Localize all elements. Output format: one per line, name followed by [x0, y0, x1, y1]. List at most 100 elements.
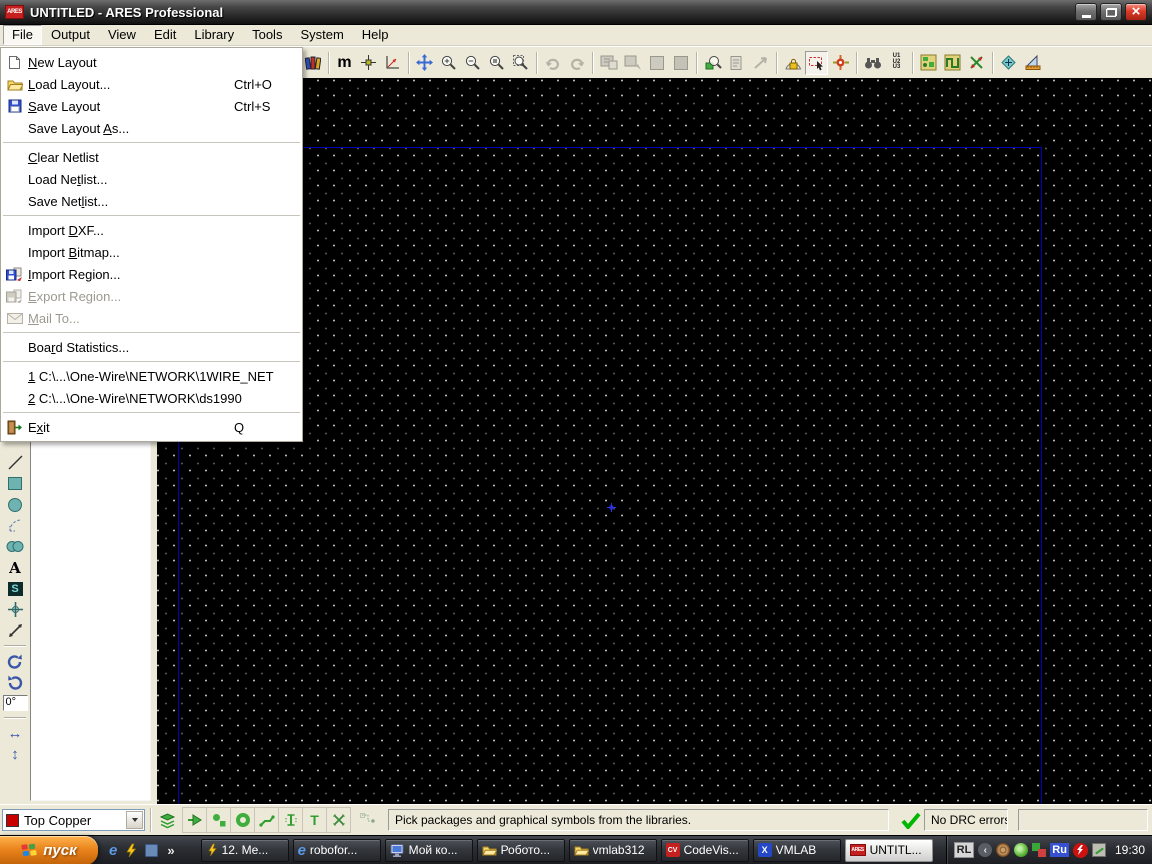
quick-launch-app-icon[interactable]	[145, 844, 158, 857]
menu-item-new-layout[interactable]: New Layout	[1, 51, 302, 73]
angle-input[interactable]: 0°	[3, 695, 28, 711]
quick-launch-overflow-chevron[interactable]: »	[167, 843, 174, 858]
tray-downloader-icon[interactable]	[1073, 843, 1088, 858]
symbol-tool-button[interactable]: S	[2, 578, 28, 599]
tray-spiral-app-icon[interactable]	[996, 843, 1010, 857]
rip-up-icon	[968, 54, 985, 71]
auto-trace-mode-button[interactable]	[355, 808, 378, 832]
path-tool-button[interactable]	[2, 536, 28, 557]
search-button[interactable]	[861, 51, 884, 75]
mitre-button[interactable]	[997, 51, 1020, 75]
close-button[interactable]	[1125, 3, 1147, 21]
auto-router-button[interactable]	[941, 51, 964, 75]
task-button[interactable]: CV CodeVis...	[661, 839, 749, 862]
task-button[interactable]: Мой ко...	[385, 839, 473, 862]
menu-item-import-bitmap[interactable]: Import Bitmap...	[1, 241, 302, 263]
menu-output[interactable]: Output	[42, 25, 99, 45]
layer-selector-dropdown-button[interactable]	[126, 811, 143, 829]
task-button[interactable]: X VMLAB	[753, 839, 841, 862]
menu-help[interactable]: Help	[353, 25, 398, 45]
task-button[interactable]: e robofor...	[293, 839, 381, 862]
box-tool-button[interactable]	[2, 473, 28, 494]
rotate-ccw-button[interactable]	[2, 672, 28, 693]
line-tool-button[interactable]	[2, 452, 28, 473]
tray-network-icon[interactable]	[1032, 843, 1046, 857]
restore-button[interactable]	[1100, 3, 1122, 21]
angle-lock-button[interactable]	[781, 51, 804, 75]
start-button[interactable]: пуск	[0, 836, 98, 864]
task-button[interactable]: Робото...	[477, 839, 565, 862]
menu-item-save-layout[interactable]: Save Layout Ctrl+S	[1, 95, 302, 117]
text-tool-button[interactable]: A	[2, 557, 28, 578]
zoom-in-button[interactable]	[437, 51, 460, 75]
task-button-active[interactable]: ARES UNTITL...	[845, 839, 933, 862]
menu-item-load-netlist[interactable]: Load Netlist...	[1, 168, 302, 190]
mirror-vertical-icon: ↕	[11, 747, 19, 762]
menu-item-exit[interactable]: Exit Q	[1, 416, 302, 438]
task-button[interactable]: 12. Me...	[201, 839, 289, 862]
mirror-vertical-button[interactable]: ↕	[2, 744, 28, 765]
tray-editor-icon[interactable]	[1092, 843, 1106, 857]
menu-library[interactable]: Library	[185, 25, 243, 45]
menu-item-load-layout[interactable]: Load Layout... Ctrl+O	[1, 73, 302, 95]
selection-filter-button[interactable]	[805, 51, 828, 75]
rip-up-button[interactable]	[965, 51, 988, 75]
keyboard-layout-indicator[interactable]: RL	[954, 842, 975, 858]
menu-file[interactable]: File	[3, 25, 42, 45]
ratsnest-mode-button[interactable]	[327, 808, 350, 832]
menu-item-board-statistics[interactable]: Board Statistics...	[1, 336, 302, 358]
menu-system[interactable]: System	[291, 25, 352, 45]
hide-tray-icons-chevron[interactable]: ‹	[978, 843, 992, 857]
menu-item-recent-file-1[interactable]: 1 C:\...\One-Wire\NETWORK\1WIRE_NET	[1, 365, 302, 387]
mirror-horizontal-button[interactable]: ↔	[2, 723, 28, 744]
menu-item-save-layout-as[interactable]: Save Layout As...	[1, 117, 302, 139]
marker-tool-button[interactable]	[2, 599, 28, 620]
menu-item-export-region: Export Region...	[1, 285, 302, 307]
dimension-tool-button[interactable]	[2, 620, 28, 641]
via-mode-icon	[283, 812, 299, 828]
origin-button[interactable]	[357, 51, 380, 75]
menu-view[interactable]: View	[99, 25, 145, 45]
tray-green-app-icon[interactable]	[1014, 843, 1028, 857]
pad-mode-button[interactable]	[231, 808, 254, 832]
via-mode-button[interactable]	[279, 808, 302, 832]
trace-mode-icon	[259, 812, 275, 828]
rotate-cw-button[interactable]	[2, 651, 28, 672]
zoom-out-button[interactable]	[461, 51, 484, 75]
text-mode-button[interactable]: T	[303, 808, 326, 832]
lightning-icon[interactable]	[124, 843, 138, 858]
menu-edit[interactable]: Edit	[145, 25, 185, 45]
zoom-area-button[interactable]	[485, 51, 508, 75]
block-copy-icon	[600, 55, 618, 71]
internet-explorer-icon[interactable]: e	[109, 843, 117, 858]
zoom-all-button[interactable]	[509, 51, 532, 75]
xy-axes-button[interactable]	[381, 51, 404, 75]
auto-placer-button[interactable]	[917, 51, 940, 75]
pad-connectivity-button[interactable]	[829, 51, 852, 75]
symbol-tool-icon: S	[8, 582, 23, 596]
measure-button[interactable]	[1021, 51, 1044, 75]
pcb-canvas[interactable]	[157, 78, 1152, 804]
menu-tools[interactable]: Tools	[243, 25, 291, 45]
menu-item-save-netlist[interactable]: Save Netlist...	[1, 190, 302, 212]
layers-mode-button[interactable]	[156, 808, 179, 832]
language-indicator[interactable]: Ru	[1050, 843, 1069, 857]
task-button[interactable]: vmlab312	[569, 839, 657, 862]
layers-books-button[interactable]	[301, 51, 324, 75]
package-mode-button[interactable]	[207, 808, 230, 832]
drc-status-label: No DRC errors	[931, 813, 1008, 827]
trace-mode-button[interactable]	[255, 808, 278, 832]
menu-item-import-dxf[interactable]: Import DXF...	[1, 219, 302, 241]
menu-item-import-region[interactable]: Import Region...	[1, 263, 302, 285]
pick-part-button[interactable]	[701, 51, 724, 75]
menu-item-recent-file-2[interactable]: 2 C:\...\One-Wire\NETWORK\ds1990	[1, 387, 302, 409]
metric-toggle-button[interactable]: m	[333, 51, 356, 75]
component-mode-button[interactable]	[183, 808, 206, 832]
menu-item-clear-netlist[interactable]: Clear Netlist	[1, 146, 302, 168]
pan-button[interactable]	[413, 51, 436, 75]
component-list-button[interactable]: U1U2U3	[885, 51, 908, 75]
circle-tool-button[interactable]	[2, 494, 28, 515]
arc-tool-button[interactable]	[2, 515, 28, 536]
minimize-button[interactable]	[1075, 3, 1097, 21]
layer-selector[interactable]: Top Copper	[2, 809, 145, 831]
